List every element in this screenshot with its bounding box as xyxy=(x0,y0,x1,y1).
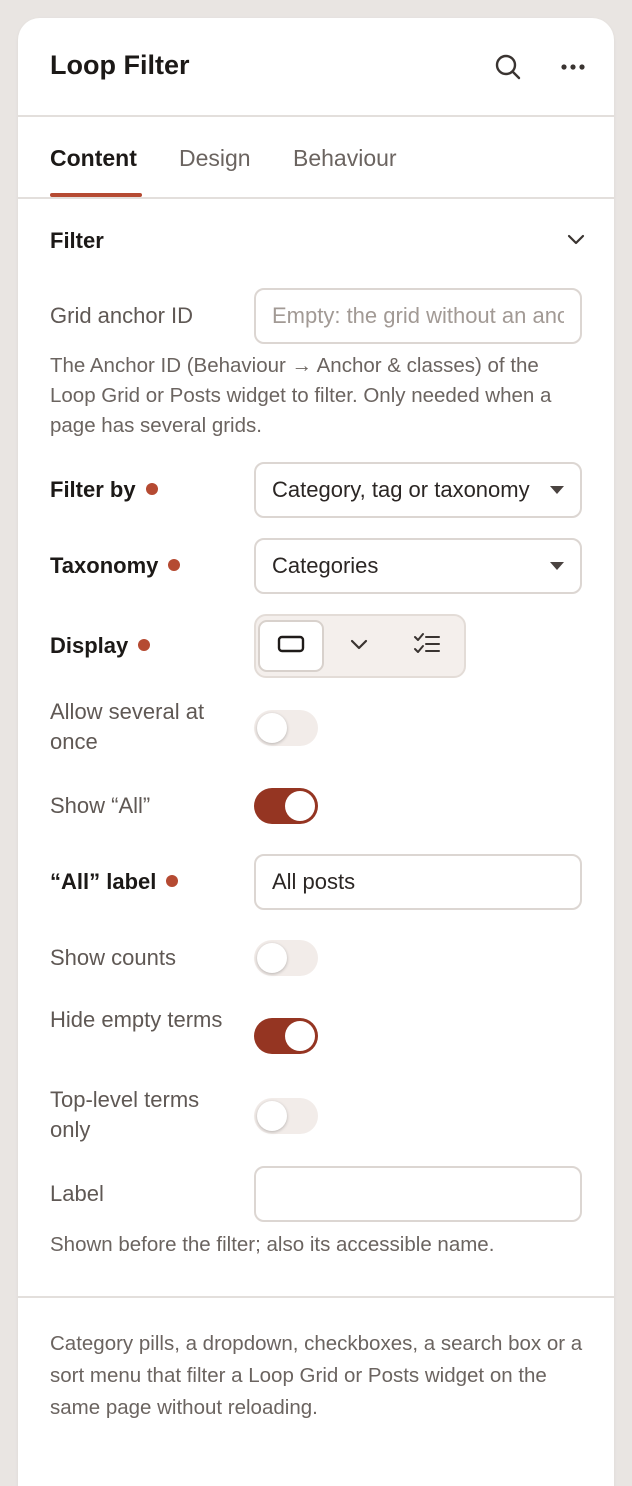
display-dropdown-button[interactable] xyxy=(326,620,392,672)
allow-several-toggle[interactable] xyxy=(254,710,318,746)
caret-down-icon xyxy=(550,486,564,494)
toggle-knob xyxy=(257,943,287,973)
toggle-knob xyxy=(257,1101,287,1131)
allow-several-label: Allow several at once xyxy=(50,699,205,754)
widget-description: Category pills, a dropdown, checkboxes, … xyxy=(50,1332,583,1419)
tab-content[interactable]: Content xyxy=(50,145,137,172)
tab-behaviour[interactable]: Behaviour xyxy=(293,145,397,172)
panel-title: Loop Filter xyxy=(50,50,190,80)
filter-by-select[interactable]: Category, tag or taxonomy xyxy=(254,462,582,518)
filter-by-value: Category, tag or taxonomy xyxy=(272,477,530,502)
top-level-toggle[interactable] xyxy=(254,1098,318,1134)
pills-icon xyxy=(277,634,305,659)
required-dot xyxy=(145,483,158,495)
display-label: Display xyxy=(50,631,151,661)
search-icon[interactable] xyxy=(493,52,523,82)
chevron-down-icon xyxy=(566,232,586,251)
caret-down-icon xyxy=(550,562,564,570)
more-horizontal-icon[interactable] xyxy=(558,52,588,82)
filter-section-header[interactable]: Filter xyxy=(18,226,614,262)
required-dot xyxy=(138,639,151,651)
panel-header: Loop Filter xyxy=(18,18,614,117)
widget-panel: Loop Filter Content Design Behaviour Fil… xyxy=(18,18,614,1486)
taxonomy-select[interactable]: Categories xyxy=(254,538,582,594)
filter-by-label: Filter by xyxy=(50,475,158,505)
tab-design[interactable]: Design xyxy=(179,145,251,172)
label-input[interactable] xyxy=(254,1166,582,1222)
taxonomy-label-text: Taxonomy xyxy=(50,553,159,578)
display-pills-button[interactable] xyxy=(258,620,324,672)
checklist-icon xyxy=(413,632,441,661)
taxonomy-label: Taxonomy xyxy=(50,551,181,581)
grid-anchor-help: The Anchor ID (Behaviour → Anchor & clas… xyxy=(50,354,552,437)
dropdown-icon xyxy=(349,637,369,656)
top-level-label: Top-level terms only xyxy=(50,1087,200,1142)
toggle-knob xyxy=(285,791,315,821)
display-checklist-button[interactable] xyxy=(394,620,460,672)
show-counts-label: Show counts xyxy=(50,945,176,970)
tab-bar: Content Design Behaviour xyxy=(18,117,614,199)
taxonomy-value: Categories xyxy=(272,553,379,578)
display-label-text: Display xyxy=(50,633,129,658)
active-tab-indicator xyxy=(50,193,142,197)
hide-empty-label: Hide empty terms xyxy=(50,1007,223,1032)
section-title: Filter xyxy=(50,228,104,253)
all-label-input[interactable] xyxy=(254,854,582,910)
hide-empty-toggle[interactable] xyxy=(254,1018,318,1054)
show-counts-toggle[interactable] xyxy=(254,940,318,976)
filter-by-label-text: Filter by xyxy=(50,477,136,502)
label-help: Shown before the filter; also its access… xyxy=(50,1233,495,1256)
all-label-label: “All” label xyxy=(50,867,179,897)
grid-anchor-input[interactable] xyxy=(254,288,582,344)
required-dot xyxy=(166,875,179,887)
grid-anchor-label: Grid anchor ID xyxy=(50,303,194,328)
show-all-toggle[interactable] xyxy=(254,788,318,824)
all-label-label-text: “All” label xyxy=(50,869,157,894)
toggle-knob xyxy=(257,713,287,743)
required-dot xyxy=(168,559,181,571)
section-divider xyxy=(18,1296,614,1298)
show-all-label: Show “All” xyxy=(50,793,151,818)
toggle-knob xyxy=(285,1021,315,1051)
label-field-label: Label xyxy=(50,1181,104,1206)
display-segmented-control xyxy=(254,614,466,678)
